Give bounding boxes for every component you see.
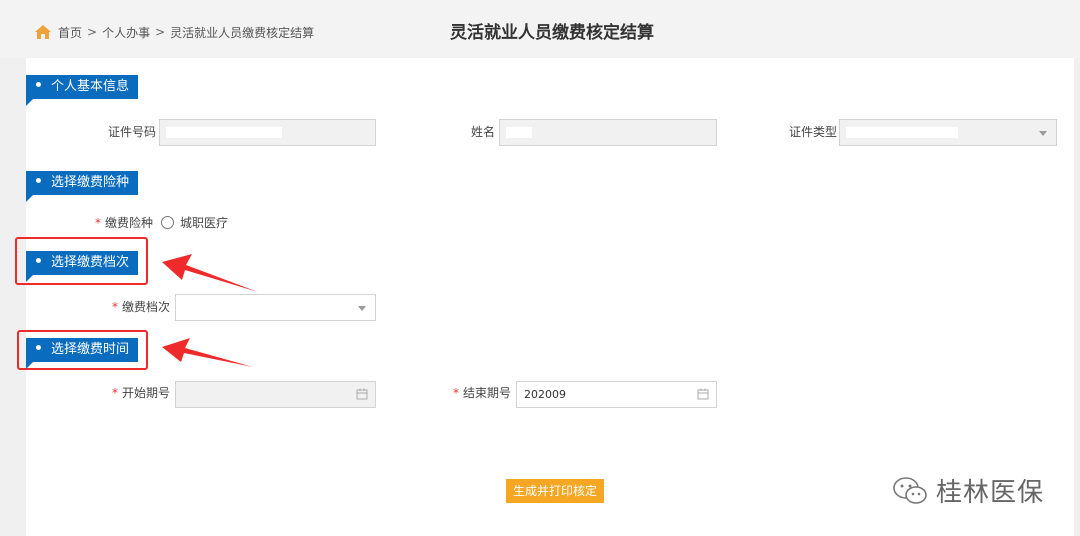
section-header-basic-info: 个人基本信息 — [26, 75, 139, 106]
radio-urban-medical[interactable] — [161, 216, 174, 229]
section-header-payment-time: 选择缴费时间 — [26, 338, 139, 369]
required-marker: * — [112, 386, 118, 400]
red-arrow-icon — [162, 338, 253, 367]
page-title: 灵活就业人员缴费核定结算 — [450, 23, 654, 43]
required-marker: * — [453, 386, 459, 400]
required-marker: * — [112, 300, 118, 314]
section-title: 选择缴费档次 — [51, 255, 130, 270]
watermark-text: 桂林医保 — [936, 478, 1045, 508]
bullet-icon — [36, 82, 41, 87]
section-title: 选择缴费险种 — [51, 175, 130, 190]
payment-level-label: * 缴费档次 — [112, 300, 170, 314]
id-type-label: 证件类型 — [789, 125, 838, 139]
chevron-down-icon — [1039, 131, 1047, 136]
breadcrumb: 首页 > 个人办事 > 灵活就业人员缴费核定结算 — [34, 22, 314, 42]
generate-print-button[interactable]: 生成并打印核定单 — [506, 479, 604, 522]
breadcrumb-separator: > — [155, 25, 166, 39]
home-icon[interactable] — [34, 23, 52, 41]
id-number-label: 证件号码 — [108, 125, 157, 139]
bullet-icon — [36, 178, 41, 183]
id-type-select — [839, 119, 1057, 146]
breadcrumb-personal-affairs[interactable]: 个人办事 — [102, 24, 150, 41]
breadcrumb-current: 灵活就业人员缴费核定结算 — [170, 25, 315, 40]
header-bar: 首页 > 个人办事 > 灵活就业人员缴费核定结算 灵活就业人员缴费核定结算 — [0, 0, 1080, 58]
breadcrumb-home[interactable]: 首页 — [58, 24, 82, 41]
redacted-value — [846, 127, 958, 138]
end-period-label: * 结束期号 — [453, 386, 511, 400]
redacted-value — [166, 127, 282, 138]
redacted-value — [506, 127, 532, 138]
breadcrumb-separator: > — [87, 25, 98, 39]
id-number-field — [159, 119, 376, 146]
end-period-field[interactable]: 202009 — [516, 381, 717, 408]
calendar-icon[interactable] — [356, 388, 368, 400]
chevron-down-icon — [358, 306, 366, 311]
name-field — [499, 119, 717, 146]
red-arrow-icon — [162, 254, 258, 292]
wechat-icon — [893, 476, 927, 504]
watermark: 桂林医保 — [892, 472, 1044, 509]
start-period-label: * 开始期号 — [112, 386, 170, 400]
payment-level-text: 缴费档次 — [122, 300, 171, 314]
section-header-payment-level: 选择缴费档次 — [26, 251, 139, 282]
name-label: 姓名 — [471, 125, 496, 139]
insurance-type-label: * 缴费险种 — [95, 216, 153, 230]
section-title: 个人基本信息 — [51, 79, 130, 94]
section-header-insurance-type: 选择缴费险种 — [26, 171, 139, 202]
section-title: 选择缴费时间 — [51, 342, 130, 357]
insurance-type-text: 缴费险种 — [105, 216, 154, 230]
radio-urban-medical-label[interactable]: 城职医疗 — [180, 216, 228, 230]
bullet-icon — [36, 345, 41, 350]
calendar-icon[interactable] — [697, 388, 709, 400]
end-period-text: 结束期号 — [463, 386, 512, 400]
required-marker: * — [95, 216, 101, 230]
end-period-value: 202009 — [524, 388, 566, 401]
bullet-icon — [36, 258, 41, 263]
start-period-field[interactable] — [175, 381, 376, 408]
start-period-text: 开始期号 — [122, 386, 171, 400]
payment-level-select[interactable] — [175, 294, 376, 321]
